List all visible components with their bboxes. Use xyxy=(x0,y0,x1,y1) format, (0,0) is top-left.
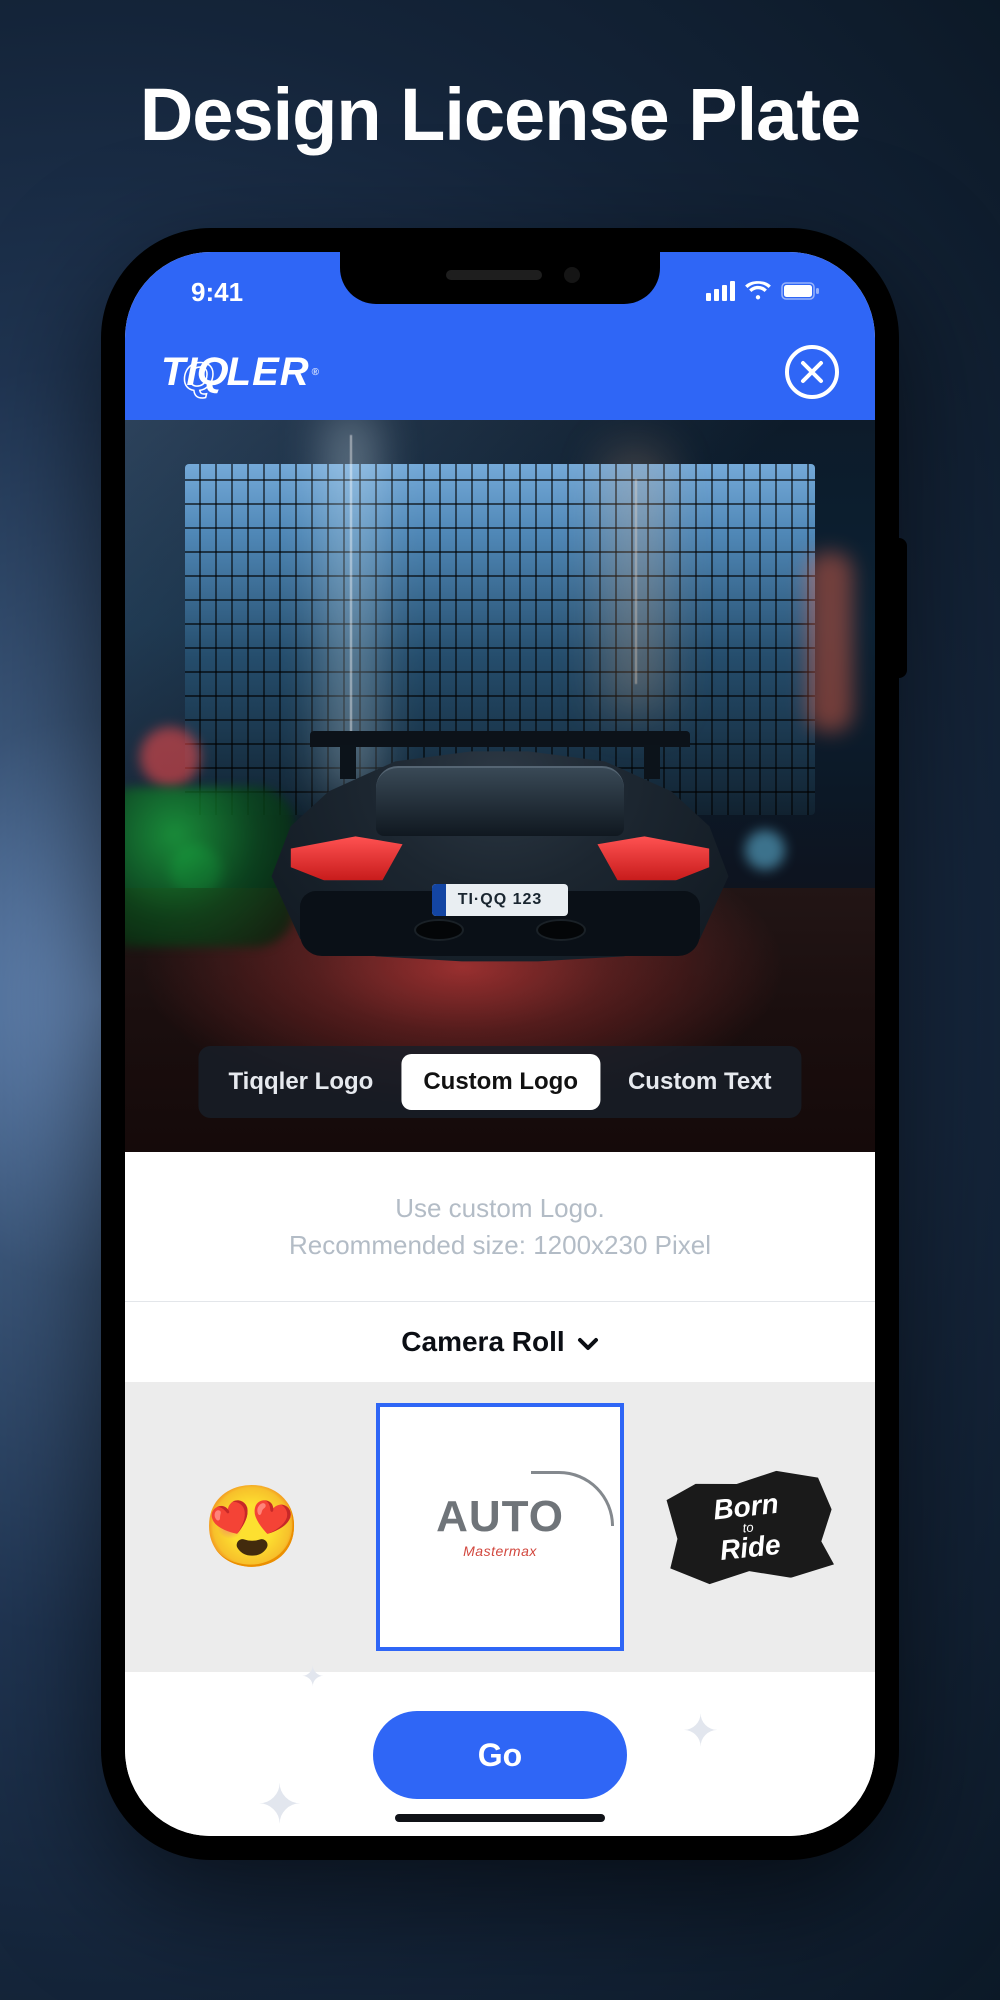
phone-frame: 9:41 TIQQLER® xyxy=(101,228,899,1860)
gallery: 😍 AUTO Mastermax Born to Ride xyxy=(125,1382,875,1672)
tab-tiqqler-logo[interactable]: Tiqqler Logo xyxy=(206,1054,395,1110)
home-indicator[interactable] xyxy=(395,1814,605,1822)
cta-area: ✦ ✦ ✦ Go xyxy=(125,1672,875,1836)
sparkle-icon: ✦ xyxy=(301,1660,324,1693)
screen: 9:41 TIQQLER® xyxy=(125,252,875,1836)
info-line-2: Recommended size: 1200x230 Pixel xyxy=(289,1230,711,1261)
page-title: Design License Plate xyxy=(0,0,1000,157)
chevron-down-icon xyxy=(577,1326,599,1358)
brand-logo: TIQQLER® xyxy=(161,350,320,395)
close-button[interactable] xyxy=(785,345,839,399)
source-picker[interactable]: Camera Roll xyxy=(125,1302,875,1382)
notch xyxy=(340,252,660,304)
battery-icon xyxy=(781,281,821,301)
status-time: 9:41 xyxy=(191,277,243,308)
auto-logo: AUTO Mastermax xyxy=(436,1495,564,1559)
source-picker-label: Camera Roll xyxy=(401,1326,564,1358)
segmented-control: Tiqqler Logo Custom Logo Custom Text xyxy=(198,1046,801,1118)
wifi-icon xyxy=(745,281,771,301)
info-line-1: Use custom Logo. xyxy=(395,1193,605,1224)
info-text: Use custom Logo. Recommended size: 1200x… xyxy=(125,1152,875,1302)
signal-icon xyxy=(706,281,735,301)
app-header: TIQQLER® xyxy=(125,324,875,420)
preview-image: TI·QQ 123 Tiqqler Logo Custom Logo Custo… xyxy=(125,420,875,1152)
close-icon xyxy=(799,359,825,385)
tab-custom-logo[interactable]: Custom Logo xyxy=(401,1054,600,1110)
gallery-item-born[interactable]: Born to Ride xyxy=(624,1403,872,1651)
tab-custom-text[interactable]: Custom Text xyxy=(606,1054,794,1110)
phone-side-button xyxy=(899,538,907,678)
go-button[interactable]: Go xyxy=(373,1711,627,1799)
gallery-item-auto[interactable]: AUTO Mastermax xyxy=(376,1403,624,1651)
emoji-icon: 😍 xyxy=(202,1480,302,1574)
born-to-ride-logo: Born to Ride xyxy=(658,1463,839,1590)
sparkle-icon: ✦ xyxy=(682,1706,719,1757)
gallery-item-emoji[interactable]: 😍 xyxy=(128,1403,376,1651)
license-plate: TI·QQ 123 xyxy=(432,884,568,916)
car-graphic: TI·QQ 123 xyxy=(262,726,738,976)
sparkle-icon: ✦ xyxy=(257,1773,302,1836)
